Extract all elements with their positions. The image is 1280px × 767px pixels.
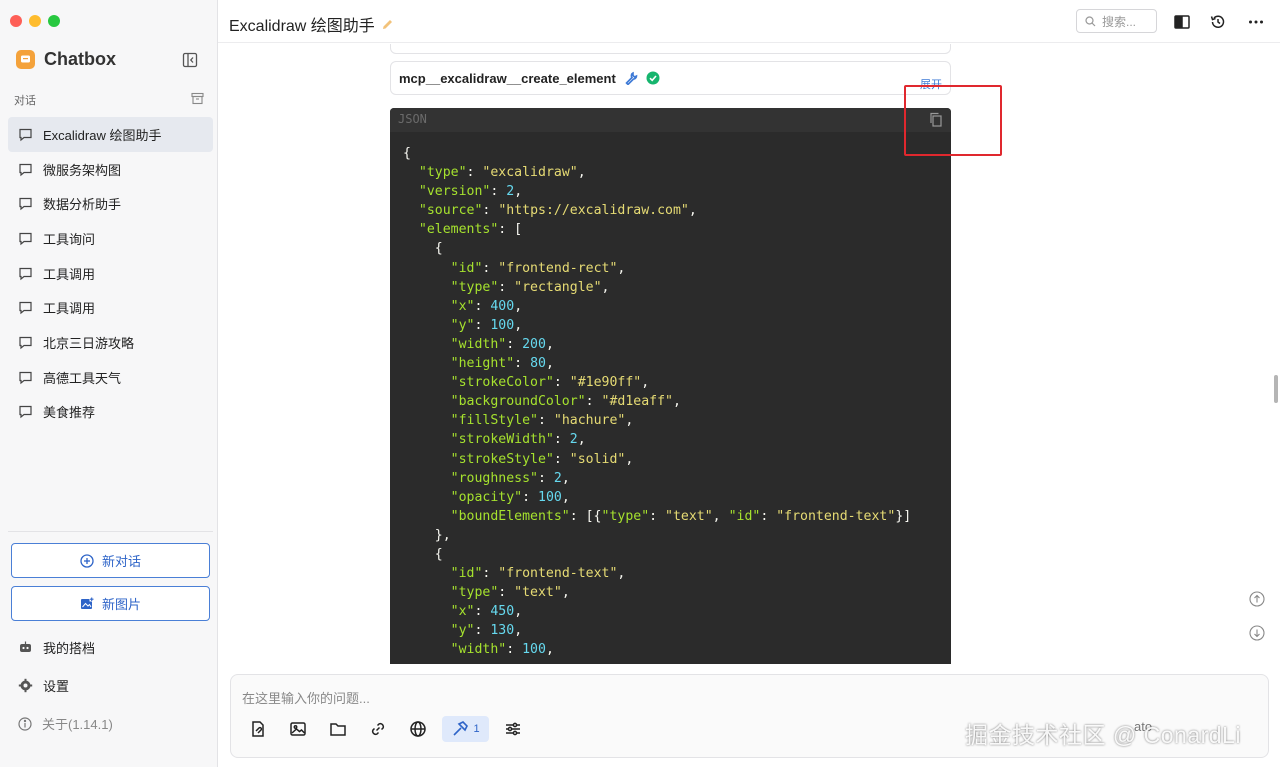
conversation-label: 高德工具天气 [43, 370, 122, 386]
robot-icon [20, 641, 31, 652]
maximize-window-button[interactable] [48, 15, 60, 27]
scrollbar-thumb[interactable] [1274, 375, 1278, 403]
scroll-down-icon[interactable] [1249, 625, 1265, 641]
json-code-block: JSON { "type": "excalidraw", "version": … [390, 108, 951, 664]
watermark: 掘金技术社区 @ ConardLi [965, 722, 1241, 748]
sliders-icon[interactable] [497, 716, 529, 742]
info-icon [18, 716, 32, 731]
search-placeholder: 搜索... [1102, 14, 1137, 29]
conversation-label: 微服务架构图 [43, 162, 122, 178]
new-image-label: 新图片 [101, 597, 141, 612]
my-partner-label: 我的搭档 [43, 641, 96, 656]
chat-bubble-icon [19, 302, 32, 315]
chat-bubble-icon [19, 371, 32, 384]
archive-icon[interactable] [191, 92, 204, 108]
app-brand: Chatbox [16, 49, 116, 70]
chat-bubble-icon [19, 198, 32, 211]
pencil-icon[interactable] [381, 18, 394, 31]
conversations-section-header: 对话 [14, 92, 204, 108]
conversation-item[interactable]: 美食推荐 [8, 395, 213, 430]
sidebar: Chatbox 对话 Excalidraw 绘图助手 微服务架构图 数据分析助手… [0, 0, 218, 767]
conversation-item[interactable]: 工具调用 [8, 290, 213, 325]
chat-header: Excalidraw 绘图助手 搜索... [218, 0, 1280, 43]
conversation-label: 数据分析助手 [43, 197, 122, 213]
chat-bubble-icon [19, 267, 32, 280]
settings-label: 设置 [43, 679, 70, 694]
gear-icon [18, 678, 33, 693]
chat-title-text: Excalidraw 绘图助手 [229, 18, 375, 35]
link-icon[interactable] [362, 716, 394, 742]
image-icon[interactable] [282, 716, 314, 742]
conversation-item[interactable]: 工具询问 [8, 221, 213, 256]
message-input[interactable]: 在这里输入你的问题... [242, 688, 370, 707]
mcp-tool-count: 1 [473, 723, 480, 735]
previous-tool-card [390, 44, 951, 54]
tool-name: mcp__excalidraw__create_element [399, 70, 616, 86]
conversation-label: 工具调用 [43, 301, 96, 317]
new-chat-button[interactable]: 新对话 [11, 543, 210, 578]
wrench-icon [625, 71, 638, 85]
success-check-icon [646, 71, 660, 85]
new-image-button[interactable]: 新图片 [11, 586, 210, 621]
composer-toolbar: 1 [242, 716, 537, 742]
search-icon [1085, 15, 1096, 26]
conversation-label: 美食推荐 [43, 405, 96, 421]
attach-file-icon[interactable] [242, 716, 274, 742]
close-window-button[interactable] [10, 15, 22, 27]
conversation-item[interactable]: 微服务架构图 [8, 152, 213, 187]
new-chat-label: 新对话 [101, 554, 141, 569]
code-language: JSON [398, 112, 427, 126]
conversation-item[interactable]: 北京三日游攻略 [8, 325, 213, 360]
globe-icon[interactable] [402, 716, 434, 742]
my-partner-link[interactable]: 我的搭档 [18, 638, 95, 657]
mcp-tools-button[interactable]: 1 [442, 716, 489, 742]
tool-call-card[interactable]: mcp__excalidraw__create_element 展开 [390, 61, 951, 95]
folder-icon[interactable] [322, 716, 354, 742]
chatbox-logo-icon [16, 50, 35, 69]
chat-title: Excalidraw 绘图助手 [229, 12, 394, 36]
image-plus-icon [80, 596, 94, 609]
history-icon[interactable] [1209, 13, 1227, 31]
hammer-icon [453, 721, 469, 736]
more-options-icon[interactable] [1247, 13, 1265, 31]
chat-bubble-icon [19, 128, 32, 142]
conversation-list: Excalidraw 绘图助手 微服务架构图 数据分析助手 工具询问 工具调用 … [8, 117, 213, 429]
conversation-label: 北京三日游攻略 [43, 335, 135, 351]
about-label: 关于(1.14.1) [42, 717, 113, 732]
conversation-label: Excalidraw 绘图助手 [43, 127, 162, 143]
annotation-highlight-box [904, 85, 1002, 156]
minimize-window-button[interactable] [29, 15, 41, 27]
conversation-label: 工具询问 [43, 231, 96, 247]
chat-bubble-icon [19, 406, 32, 419]
search-input[interactable]: 搜索... [1076, 9, 1157, 33]
chat-bubble-icon [19, 232, 32, 246]
collapse-sidebar-icon[interactable] [182, 52, 198, 68]
conversation-item[interactable]: 工具调用 [8, 256, 213, 291]
about-link[interactable]: 关于(1.14.1) [18, 714, 113, 733]
section-label: 对话 [14, 95, 36, 107]
message-area: mcp__excalidraw__create_element 展开 JSON … [218, 44, 1280, 664]
scroll-up-icon[interactable] [1249, 591, 1265, 607]
conversation-label: 工具调用 [43, 266, 96, 282]
split-view-icon[interactable] [1173, 13, 1191, 31]
code-content: { "type": "excalidraw", "version": 2, "s… [403, 146, 912, 658]
chat-bubble-icon [19, 336, 32, 350]
conversation-item[interactable]: 高德工具天气 [8, 360, 213, 395]
app-name: Chatbox [44, 49, 116, 69]
chat-bubble-icon [19, 163, 32, 176]
window-controls [10, 15, 60, 27]
conversation-item[interactable]: Excalidraw 绘图助手 [8, 117, 213, 152]
plus-circle-icon [80, 553, 94, 568]
code-block-header: JSON [390, 108, 951, 132]
settings-link[interactable]: 设置 [18, 676, 69, 695]
sidebar-divider [8, 531, 213, 532]
conversation-item[interactable]: 数据分析助手 [8, 186, 213, 221]
